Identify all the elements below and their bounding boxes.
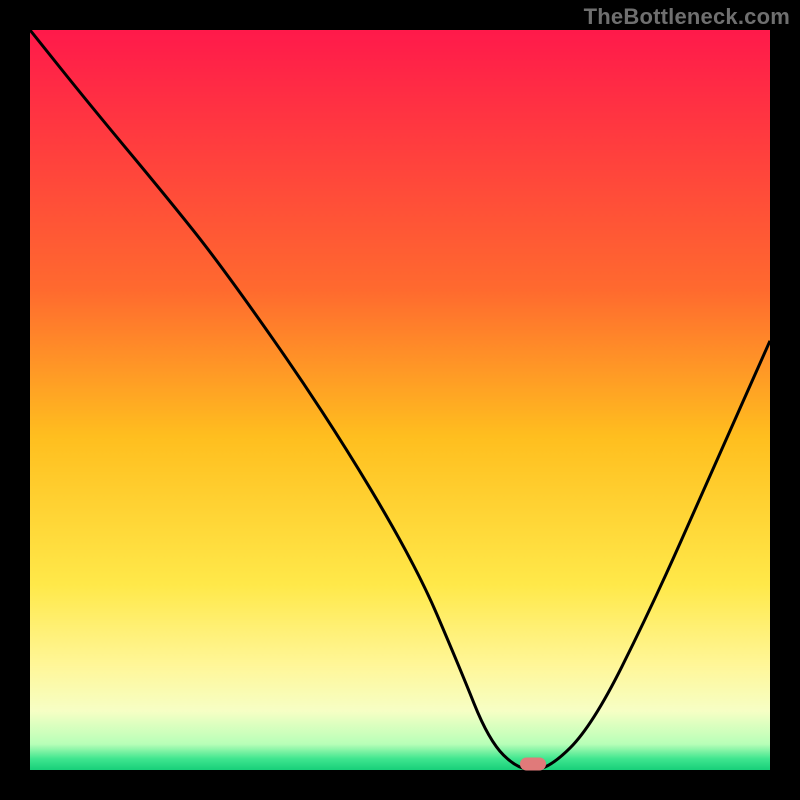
watermark-text: TheBottleneck.com: [584, 4, 790, 30]
plot-area: [30, 30, 770, 770]
chart-frame: TheBottleneck.com: [0, 0, 800, 800]
gradient-background: [30, 30, 770, 770]
